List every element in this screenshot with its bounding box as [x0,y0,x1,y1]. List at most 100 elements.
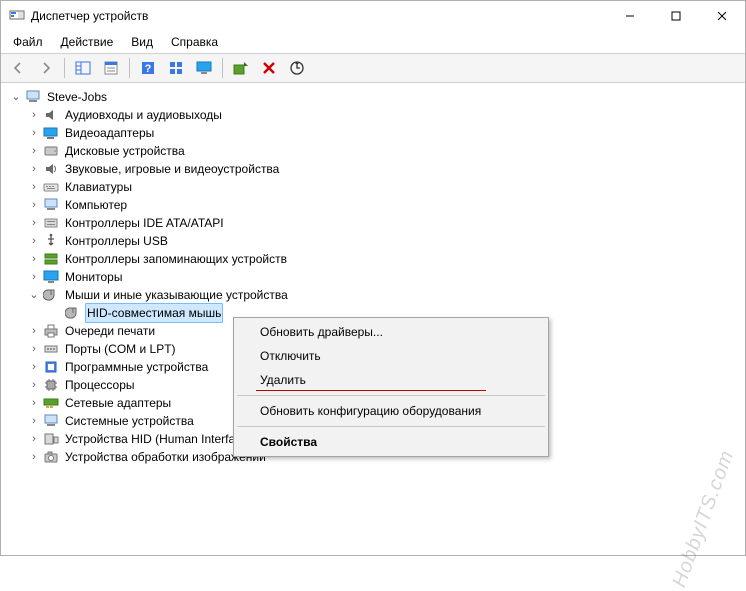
storage-controller-icon [43,251,59,267]
tree-node-mouse[interactable]: ⌄ Мыши и иные указывающие устройства [5,286,745,304]
toolbar: ? [1,53,745,83]
tree-label: Мыши и иные указывающие устройства [63,286,290,304]
keyboard-icon [43,179,59,195]
menu-action[interactable]: Действие [53,33,122,51]
help-toolbar-button[interactable]: ? [135,55,161,81]
toolbar-separator [64,58,65,78]
menu-help[interactable]: Справка [163,33,226,51]
tree-node-sound[interactable]: › Звуковые, игровые и видеоустройства [5,160,745,178]
expand-icon[interactable]: › [27,124,41,142]
expand-icon[interactable]: › [27,178,41,196]
ctx-scan-hardware[interactable]: Обновить конфигурацию оборудования [236,399,546,423]
minimize-button[interactable] [607,1,653,31]
tree-label: Порты (COM и LPT) [63,340,178,358]
tree-label: Процессоры [63,376,137,394]
expand-icon[interactable]: › [27,394,41,412]
tree-label: Очереди печати [63,322,157,340]
expand-icon[interactable]: › [27,340,41,358]
sound-icon [43,161,59,177]
usb-icon [43,233,59,249]
tree-label: Видеоадаптеры [63,124,156,142]
ide-controller-icon [43,215,59,231]
ctx-separator [237,395,545,396]
tree-label: Контроллеры запоминающих устройств [63,250,289,268]
tree-label: Системные устройства [63,412,196,430]
tree-node-storage[interactable]: › Контроллеры запоминающих устройств [5,250,745,268]
expand-icon[interactable]: › [27,106,41,124]
tree-label: Контроллеры IDE ATA/ATAPI [63,214,226,232]
expand-icon[interactable]: › [27,412,41,430]
expand-icon[interactable]: › [27,196,41,214]
ctx-label: Свойства [260,435,317,449]
collapse-icon[interactable]: ⌄ [27,286,41,304]
tree-node-keyboard[interactable]: ›Клавиатуры [5,178,745,196]
ctx-delete[interactable]: Удалить [236,368,546,392]
tree-label: Звуковые, игровые и видеоустройства [63,160,281,178]
printer-icon [43,323,59,339]
network-adapter-icon [43,395,59,411]
expand-icon[interactable]: › [27,268,41,286]
svg-text:?: ? [145,63,152,75]
expand-icon[interactable]: › [27,358,41,376]
tree-label: Аудиовходы и аудиовыходы [63,106,224,124]
tree-label: Дисковые устройства [63,142,187,160]
app-icon [9,8,25,24]
close-button[interactable] [699,1,745,31]
expand-icon[interactable]: › [27,430,41,448]
display-adapter-icon [43,125,59,141]
disk-icon [43,143,59,159]
ctx-update-drivers[interactable]: Обновить драйверы... [236,320,546,344]
tree-label: HID-совместимая мышь [85,303,223,323]
system-device-icon [43,413,59,429]
expand-icon[interactable]: › [27,250,41,268]
ctx-disable[interactable]: Отключить [236,344,546,368]
ports-icon [43,341,59,357]
software-device-icon [43,359,59,375]
tree-root[interactable]: ⌄ Steve-Jobs [5,88,745,106]
tree-node-ide[interactable]: › Контроллеры IDE ATA/ATAPI [5,214,745,232]
hid-icon [43,431,59,447]
monitor-toolbar-button[interactable] [191,55,217,81]
properties-toolbar-button[interactable] [98,55,124,81]
toolbar-separator [129,58,130,78]
forward-button[interactable] [33,55,59,81]
expand-icon[interactable]: › [27,448,41,466]
scan-hardware-toolbar-button[interactable] [284,55,310,81]
maximize-button[interactable] [653,1,699,31]
tree-node-disk[interactable]: › Дисковые устройства [5,142,745,160]
ctx-label: Обновить драйверы... [260,325,383,339]
mouse-icon [65,305,81,321]
tree-label: Сетевые адаптеры [63,394,173,412]
tree-label: Steve-Jobs [45,88,109,106]
device-tree[interactable]: ⌄ Steve-Jobs › Аудиовходы и аудиовыходы ›… [1,83,745,555]
cpu-icon [43,377,59,393]
window-title: Диспетчер устройств [31,9,148,23]
tree-node-monitor[interactable]: › Мониторы [5,268,745,286]
show-hide-tree-button[interactable] [70,55,96,81]
ctx-separator [237,426,545,427]
toolbar-separator [222,58,223,78]
ctx-properties[interactable]: Свойства [236,430,546,454]
back-button[interactable] [5,55,31,81]
expand-icon[interactable]: › [27,142,41,160]
menu-view[interactable]: Вид [123,33,161,51]
tree-node-usb[interactable]: › Контроллеры USB [5,232,745,250]
tree-node-video[interactable]: › Видеоадаптеры [5,124,745,142]
collapse-icon[interactable]: ⌄ [9,88,23,106]
expand-icon[interactable]: › [27,160,41,178]
update-driver-toolbar-button[interactable] [228,55,254,81]
ctx-label: Обновить конфигурацию оборудования [260,404,481,418]
expand-icon[interactable]: › [27,376,41,394]
view-icons-button[interactable] [163,55,189,81]
uninstall-toolbar-button[interactable] [256,55,282,81]
expand-icon[interactable]: › [27,232,41,250]
tree-label: Мониторы [63,268,124,286]
expand-icon[interactable]: › [27,214,41,232]
tree-node-computer[interactable]: ›Компьютер [5,196,745,214]
tree-label: Контроллеры USB [63,232,170,250]
expand-icon[interactable]: › [27,322,41,340]
mouse-icon [43,287,59,303]
menu-file[interactable]: Файл [5,33,51,51]
device-manager-window: Диспетчер устройств Файл Действие Вид Сп… [0,0,746,556]
tree-node-audio[interactable]: › Аудиовходы и аудиовыходы [5,106,745,124]
